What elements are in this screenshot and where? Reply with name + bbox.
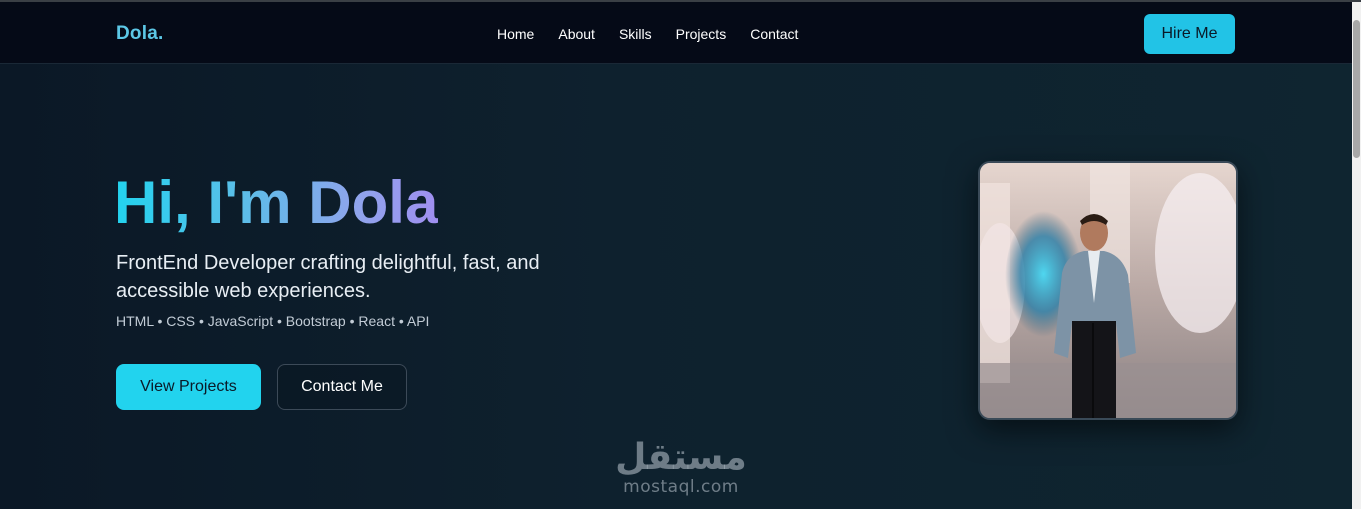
profile-photo-illustration xyxy=(980,163,1236,418)
nav-link-about[interactable]: About xyxy=(558,26,595,42)
window-top-border xyxy=(0,0,1361,2)
contact-me-button[interactable]: Contact Me xyxy=(277,364,407,410)
watermark-latin: mostaql.com xyxy=(623,477,739,497)
watermark-arabic: مستقل xyxy=(615,437,747,478)
view-projects-button[interactable]: View Projects xyxy=(116,364,261,410)
scrollbar-thumb[interactable] xyxy=(1353,20,1360,158)
nav-link-projects[interactable]: Projects xyxy=(676,26,727,42)
mostaql-watermark: مستقل mostaql.com xyxy=(606,437,756,497)
nav-link-contact[interactable]: Contact xyxy=(750,26,798,42)
hire-me-button[interactable]: Hire Me xyxy=(1144,14,1235,54)
scrollbar[interactable] xyxy=(1352,2,1361,509)
navbar: Dola. Home About Skills Projects Contact… xyxy=(0,2,1352,64)
profile-photo xyxy=(978,161,1238,420)
hero-title: Hi, I'm Dola xyxy=(114,169,439,236)
hero-subtitle: FrontEnd Developer crafting delightful, … xyxy=(116,252,540,302)
site-logo[interactable]: Dola. xyxy=(116,23,163,45)
nav-links: Home About Skills Projects Contact xyxy=(497,26,798,42)
nav-link-skills[interactable]: Skills xyxy=(619,26,652,42)
page: Dola. Home About Skills Projects Contact… xyxy=(0,0,1352,509)
skill-tags: HTML • CSS • JavaScript • Bootstrap • Re… xyxy=(116,313,430,329)
nav-link-home[interactable]: Home xyxy=(497,26,534,42)
